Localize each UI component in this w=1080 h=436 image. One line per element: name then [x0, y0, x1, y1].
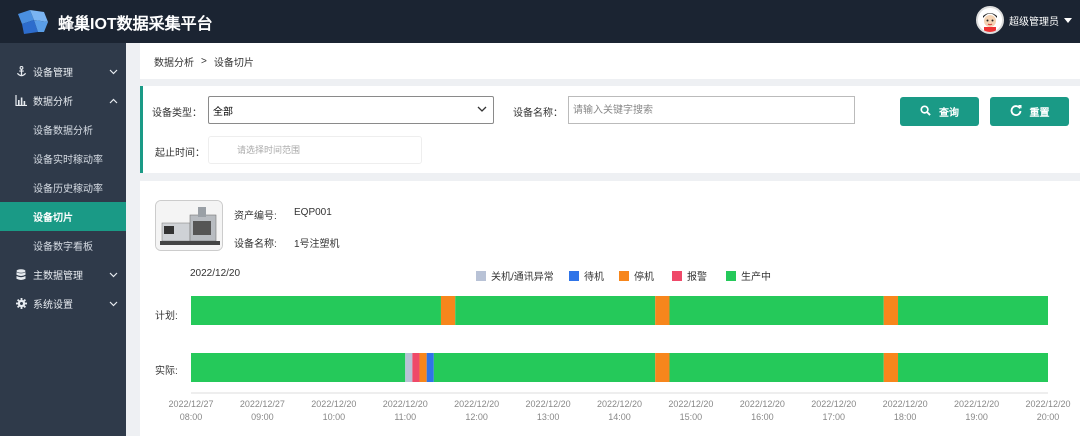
x-tick-time-label: 10:00: [323, 412, 346, 422]
x-tick-time-label: 09:00: [251, 412, 274, 422]
x-tick-time-label: 19:00: [965, 412, 988, 422]
logo-icon: [14, 8, 50, 36]
x-tick-time-label: 20:00: [1037, 412, 1060, 422]
search-icon: [920, 104, 931, 119]
x-tick-time-label: 17:00: [822, 412, 845, 422]
x-tick-date-label: 2022/12/20: [740, 399, 785, 409]
chevron-down-icon: [109, 299, 118, 310]
sidebar-subitem-digital-dashboard[interactable]: 设备数字看板: [0, 231, 126, 260]
sidebar-item-label: 设备管理: [33, 68, 73, 79]
refresh-icon: [1010, 104, 1022, 119]
timeline-segment[interactable]: [433, 353, 656, 382]
device-slice-panel: 资产编号: EQP001 设备名称: 1号注塑机 2022/12/20 关机/通…: [140, 181, 1080, 436]
user-name[interactable]: 超级管理员: [1009, 13, 1059, 28]
x-tick-date-label: 2022/12/20: [526, 399, 571, 409]
x-tick-time-label: 11:00: [394, 412, 416, 422]
x-tick-date-label: 2022/12/20: [668, 399, 713, 409]
x-tick-time-label: 15:00: [680, 412, 703, 422]
x-tick-date-label: 2022/12/20: [1025, 399, 1070, 409]
breadcrumb-separator: >: [201, 55, 207, 67]
chevron-down-icon[interactable]: [1064, 17, 1072, 23]
chevron-down-icon: [109, 67, 118, 78]
reset-button[interactable]: 重置: [990, 97, 1069, 126]
breadcrumb: 数据分析 > 设备切片: [140, 43, 1080, 79]
x-tick-time-label: 16:00: [751, 412, 774, 422]
sidebar-item-system-settings[interactable]: 系统设置: [0, 289, 126, 318]
timeline-segment[interactable]: [669, 353, 884, 382]
bar-chart-icon: [15, 95, 27, 107]
x-tick-date-label: 2022/12/20: [597, 399, 642, 409]
device-type-select[interactable]: 全部: [208, 96, 494, 124]
anchor-icon: [15, 66, 27, 78]
x-tick-time-label: 12:00: [465, 412, 488, 422]
timeline-segment[interactable]: [883, 296, 899, 325]
x-tick-date-label: 2022/12/20: [383, 399, 428, 409]
x-tick-date-label: 2022/12/20: [954, 399, 999, 409]
x-tick-time-label: 08:00: [180, 412, 203, 422]
user-menu[interactable]: 超级管理员: [976, 6, 1072, 34]
timeline-segment[interactable]: [455, 296, 656, 325]
reset-button-label: 重置: [1029, 108, 1050, 119]
top-bar: 蜂巢IOT数据采集平台 超级管理员: [0, 0, 1080, 43]
x-tick-date-label: 2022/12/27: [240, 399, 285, 409]
sidebar-subitem-device-slice[interactable]: 设备切片: [0, 202, 126, 231]
query-button[interactable]: 查询: [900, 97, 979, 126]
timeline-segment[interactable]: [898, 296, 1048, 325]
chevron-down-icon: [109, 270, 118, 281]
device-name-search-input[interactable]: [568, 96, 855, 124]
x-tick-time-label: 18:00: [894, 412, 917, 422]
x-tick-date-label: 2022/12/20: [883, 399, 928, 409]
breadcrumb-current: 设备切片: [213, 57, 254, 69]
avatar[interactable]: [976, 6, 1004, 34]
sidebar: 设备管理 数据分析 设备数据分析 设备实时稼动率 设备历史稼动率 设备切片 设备…: [0, 43, 126, 436]
chevron-up-icon: [109, 96, 118, 107]
gear-icon: [15, 298, 27, 310]
sidebar-item-label: 主数据管理: [33, 271, 83, 282]
x-tick-date-label: 2022/12/20: [811, 399, 856, 409]
x-tick-date-label: 2022/12/20: [311, 399, 356, 409]
filter-panel: 设备类型： 全部 设备名称： 查询 重置 起止时间：: [140, 86, 1080, 173]
timeline-segment[interactable]: [419, 353, 427, 382]
time-range-label: 起止时间：: [155, 148, 205, 159]
x-tick-time-label: 14:00: [608, 412, 631, 422]
x-tick-time-label: 13:00: [537, 412, 560, 422]
timeline-segment[interactable]: [405, 353, 413, 382]
query-button-label: 查询: [939, 108, 959, 119]
timeline-segment[interactable]: [883, 353, 899, 382]
timeline-segment[interactable]: [655, 353, 670, 382]
device-type-label: 设备类型：: [152, 108, 202, 119]
sidebar-item-label: 系统设置: [33, 300, 73, 311]
breadcrumb-parent[interactable]: 数据分析: [154, 54, 194, 69]
sidebar-item-device-management[interactable]: 设备管理: [0, 57, 126, 86]
sidebar-subitem-device-data-analysis[interactable]: 设备数据分析: [0, 115, 126, 144]
timeline-segment[interactable]: [412, 353, 420, 382]
sidebar-subitem-realtime-utilization[interactable]: 设备实时稼动率: [0, 144, 126, 173]
x-tick-date-label: 2022/12/20: [454, 399, 499, 409]
device-name-label: 设备名称：: [513, 108, 563, 119]
timeline-segment[interactable]: [440, 296, 456, 325]
time-range-picker[interactable]: [208, 136, 422, 164]
status-timeline-chart: 2022/12/27 08:00 2022/12/27 09:00 2022/12/20…: [168, 296, 1071, 422]
timeline-segment[interactable]: [426, 353, 434, 382]
timeline-segment[interactable]: [669, 296, 884, 325]
sidebar-subitem-history-utilization[interactable]: 设备历史稼动率: [0, 173, 126, 202]
sidebar-item-data-analysis[interactable]: 数据分析: [0, 86, 126, 115]
timeline-segment[interactable]: [655, 296, 670, 325]
chevron-down-icon: [477, 105, 487, 116]
x-tick-date-label: 2022/12/27: [168, 399, 213, 409]
timeline-segment[interactable]: [191, 296, 441, 325]
sidebar-item-label: 数据分析: [33, 97, 73, 108]
app-title: 蜂巢IOT数据采集平台: [58, 15, 213, 33]
timeline-segment[interactable]: [191, 353, 406, 382]
device-type-value: 全部: [213, 106, 233, 118]
sidebar-item-master-data[interactable]: 主数据管理: [0, 260, 126, 289]
database-icon: [15, 268, 27, 281]
timeline-segment[interactable]: [898, 353, 1048, 382]
